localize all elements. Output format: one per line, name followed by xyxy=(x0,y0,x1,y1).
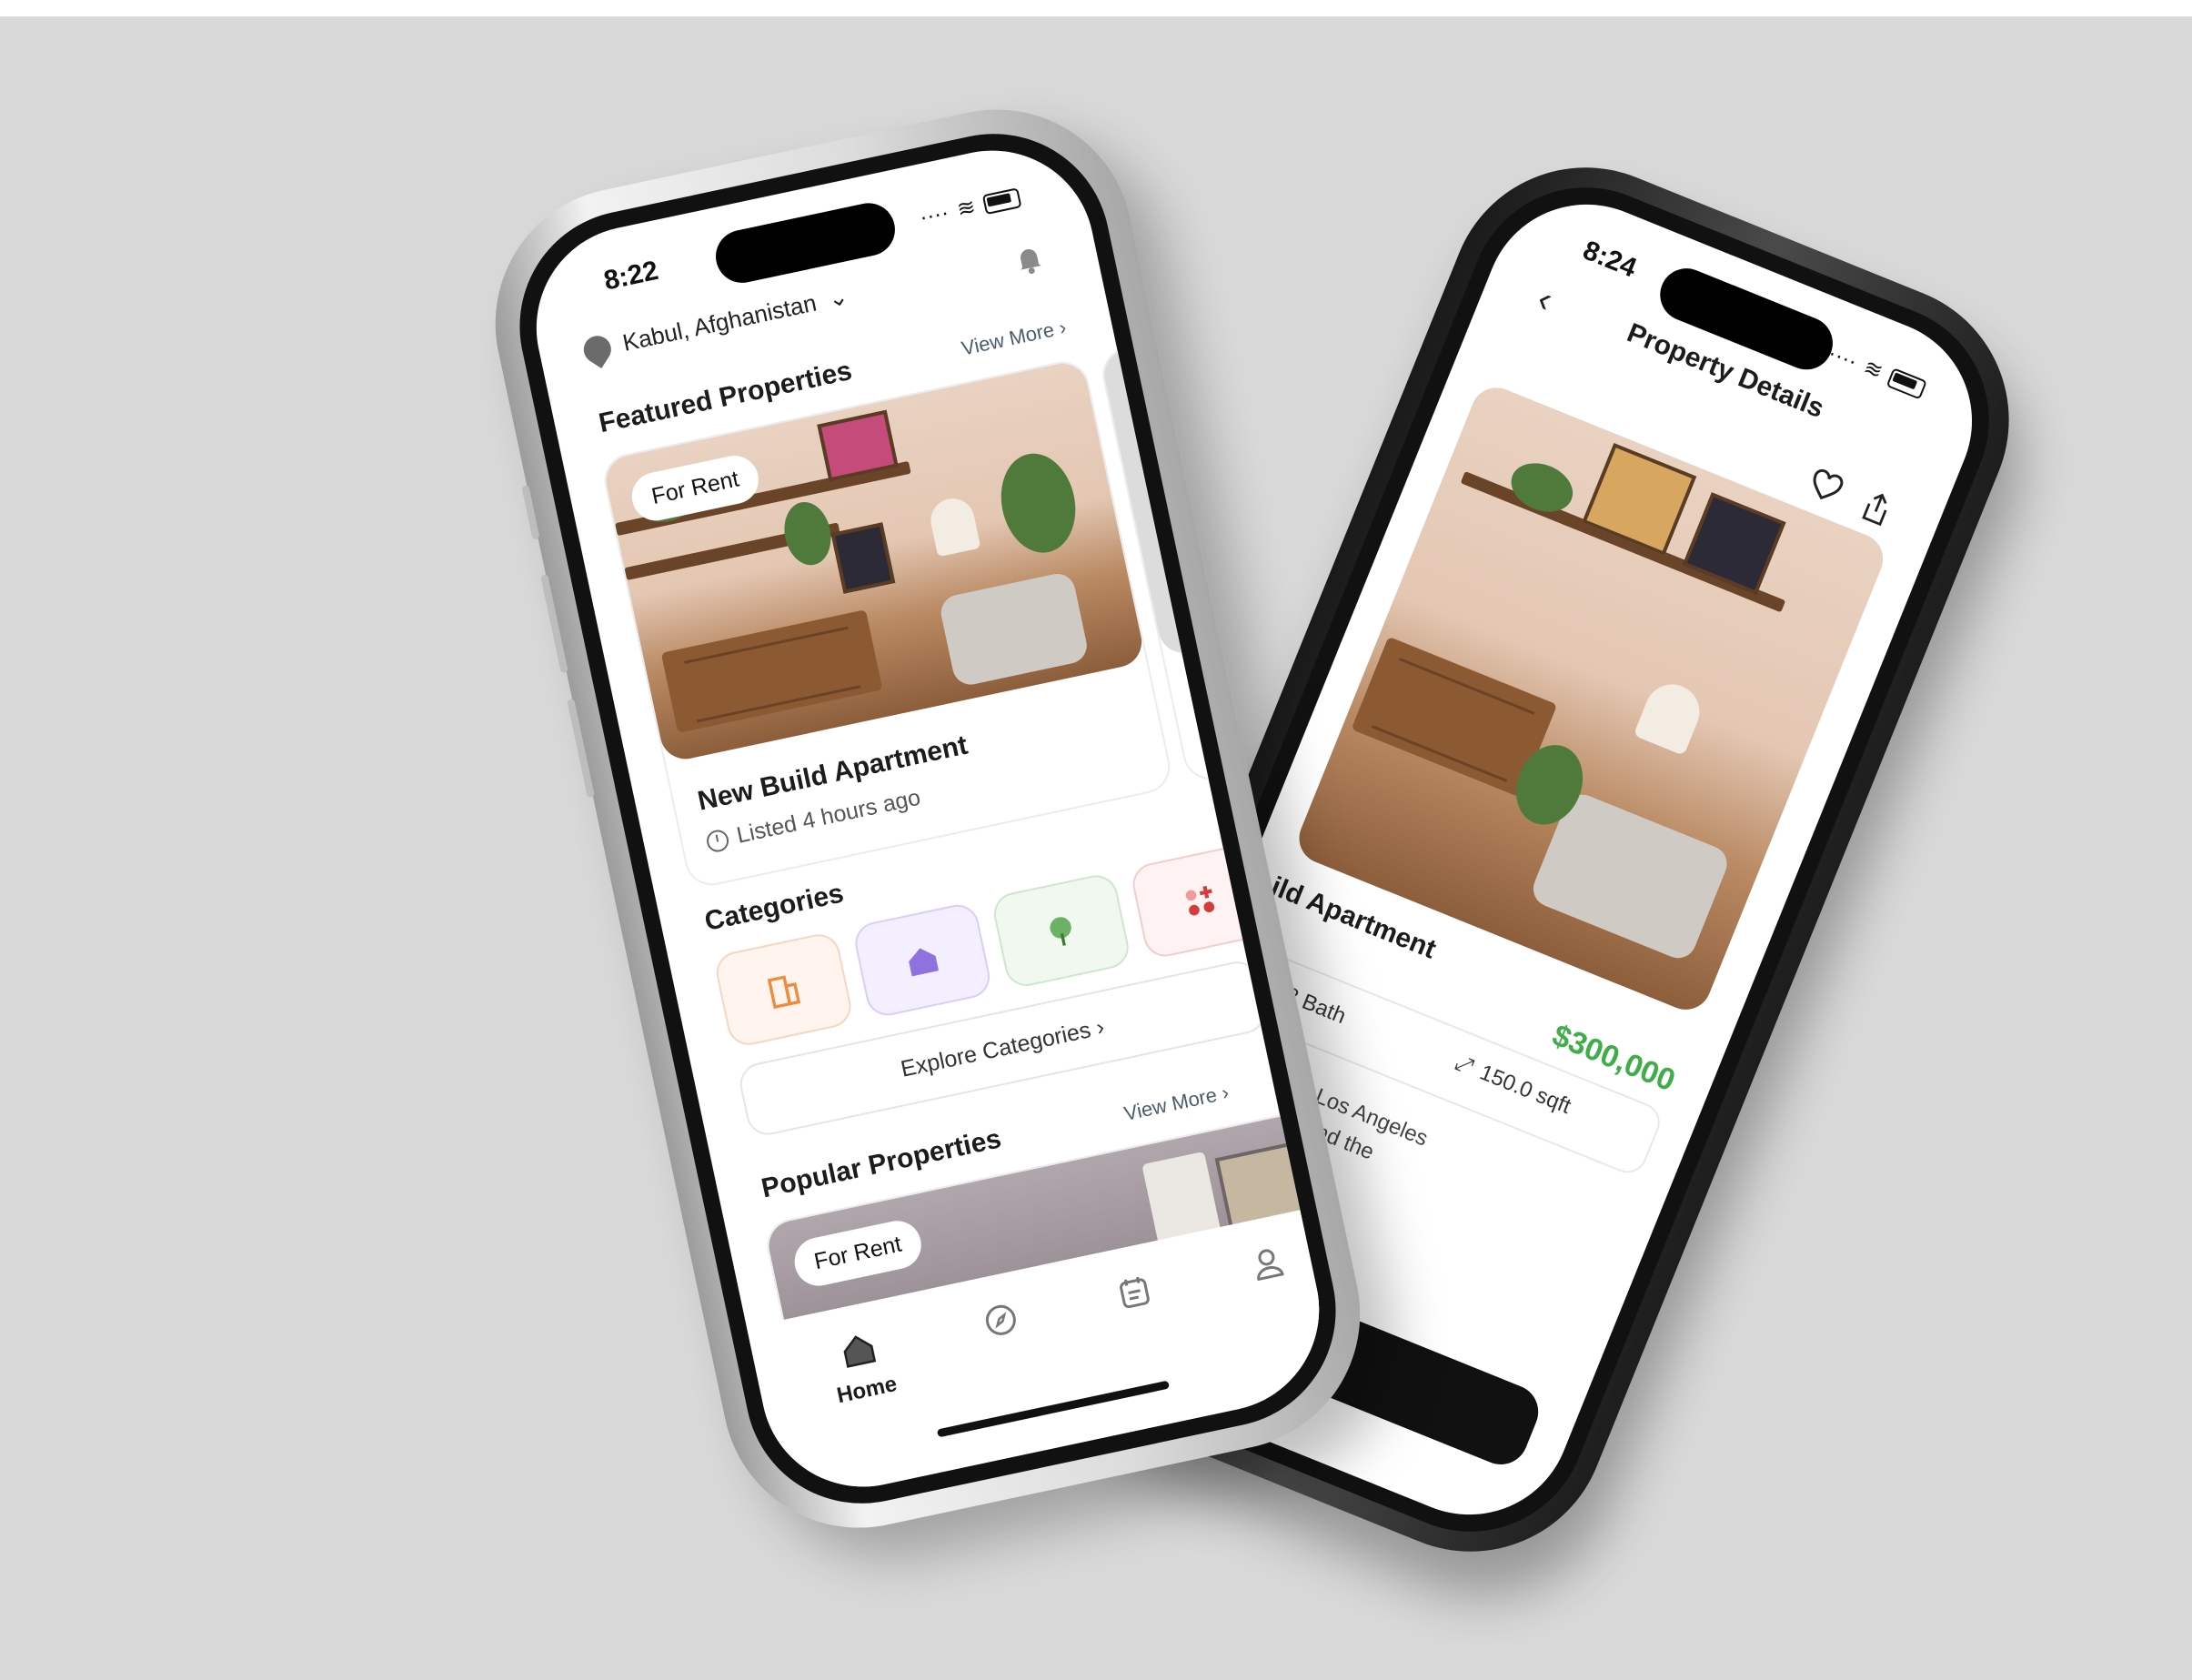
property-title: M xyxy=(1192,676,1222,711)
profile-icon xyxy=(1257,1249,1284,1282)
compass-icon xyxy=(985,1304,1016,1335)
tab-explore[interactable] xyxy=(957,1293,1045,1351)
for-rent-badge: For Rent xyxy=(789,1216,926,1291)
left-phone: 8:22 ···· ≋ Kabul, Afghanistan ⌄ Feature… xyxy=(469,84,1386,1554)
status-time: 8:22 xyxy=(601,255,661,297)
home-screen: 8:22 ···· ≋ Kabul, Afghanistan ⌄ Feature… xyxy=(518,131,1338,1506)
top-band xyxy=(0,0,2192,16)
wall-art xyxy=(830,522,896,594)
building-icon xyxy=(767,975,801,1010)
wifi-icon: ≋ xyxy=(954,194,979,223)
featured-view-more-link[interactable]: View More › xyxy=(960,316,1069,361)
location-label: Kabul, Afghanistan xyxy=(619,288,819,357)
tab-home[interactable]: Home xyxy=(815,1324,910,1412)
popular-view-more-link[interactable]: View More › xyxy=(1122,1081,1232,1126)
home-icon xyxy=(843,1335,877,1368)
tree-icon xyxy=(1050,917,1071,946)
battery-icon xyxy=(981,186,1022,215)
notification-bell-icon[interactable] xyxy=(1014,243,1045,277)
home-indicator xyxy=(936,1380,1171,1438)
plant xyxy=(991,447,1085,560)
status-icons: ···· ≋ xyxy=(1825,339,1929,402)
dresser xyxy=(660,609,883,734)
lamp xyxy=(926,494,981,558)
battery-icon xyxy=(1885,367,1928,400)
explore-label: Explore Categories xyxy=(898,1016,1093,1082)
tab-profile[interactable] xyxy=(1224,1237,1312,1294)
house-icon xyxy=(909,948,940,977)
clock-icon xyxy=(704,827,731,854)
wall-art xyxy=(1682,492,1786,595)
chevron-right-icon: › xyxy=(1219,1081,1232,1105)
share-icon[interactable] xyxy=(1856,488,1897,529)
categories-heading: Categories xyxy=(701,878,847,937)
heart-icon[interactable] xyxy=(1805,466,1846,507)
left-phone-bezel: 8:22 ···· ≋ Kabul, Afghanistan ⌄ Feature… xyxy=(498,112,1358,1525)
lamp xyxy=(1633,676,1708,756)
tab-home-label: Home xyxy=(834,1371,900,1409)
view-more-label: View More xyxy=(1121,1082,1220,1125)
wifi-icon: ≋ xyxy=(1859,355,1886,385)
plant xyxy=(779,498,837,570)
location-pin-icon xyxy=(578,329,617,368)
chevron-right-icon: › xyxy=(1057,315,1069,339)
calendar-icon xyxy=(1120,1276,1150,1309)
plant xyxy=(1503,454,1581,521)
action-button xyxy=(521,485,540,540)
tab-bookings[interactable] xyxy=(1091,1265,1179,1323)
status-icons: ···· ≋ xyxy=(917,184,1022,231)
category-apartment[interactable] xyxy=(712,930,855,1050)
armchair xyxy=(938,570,1091,689)
category-house[interactable] xyxy=(850,900,994,1020)
volume-down-button xyxy=(567,698,595,799)
category-land[interactable] xyxy=(990,870,1133,991)
signal-icon: ···· xyxy=(1825,339,1861,374)
featured-property-card[interactable]: For Rent New Build Apartment Listed 4 ho… xyxy=(599,357,1175,890)
category-more[interactable] xyxy=(1129,841,1272,961)
chevron-down-icon: ⌄ xyxy=(825,282,851,313)
more-dots-icon xyxy=(1185,885,1215,916)
view-more-label: View More xyxy=(959,317,1057,360)
status-time: 8:24 xyxy=(1578,235,1641,284)
signal-icon: ···· xyxy=(917,199,951,230)
volume-up-button xyxy=(540,574,568,674)
